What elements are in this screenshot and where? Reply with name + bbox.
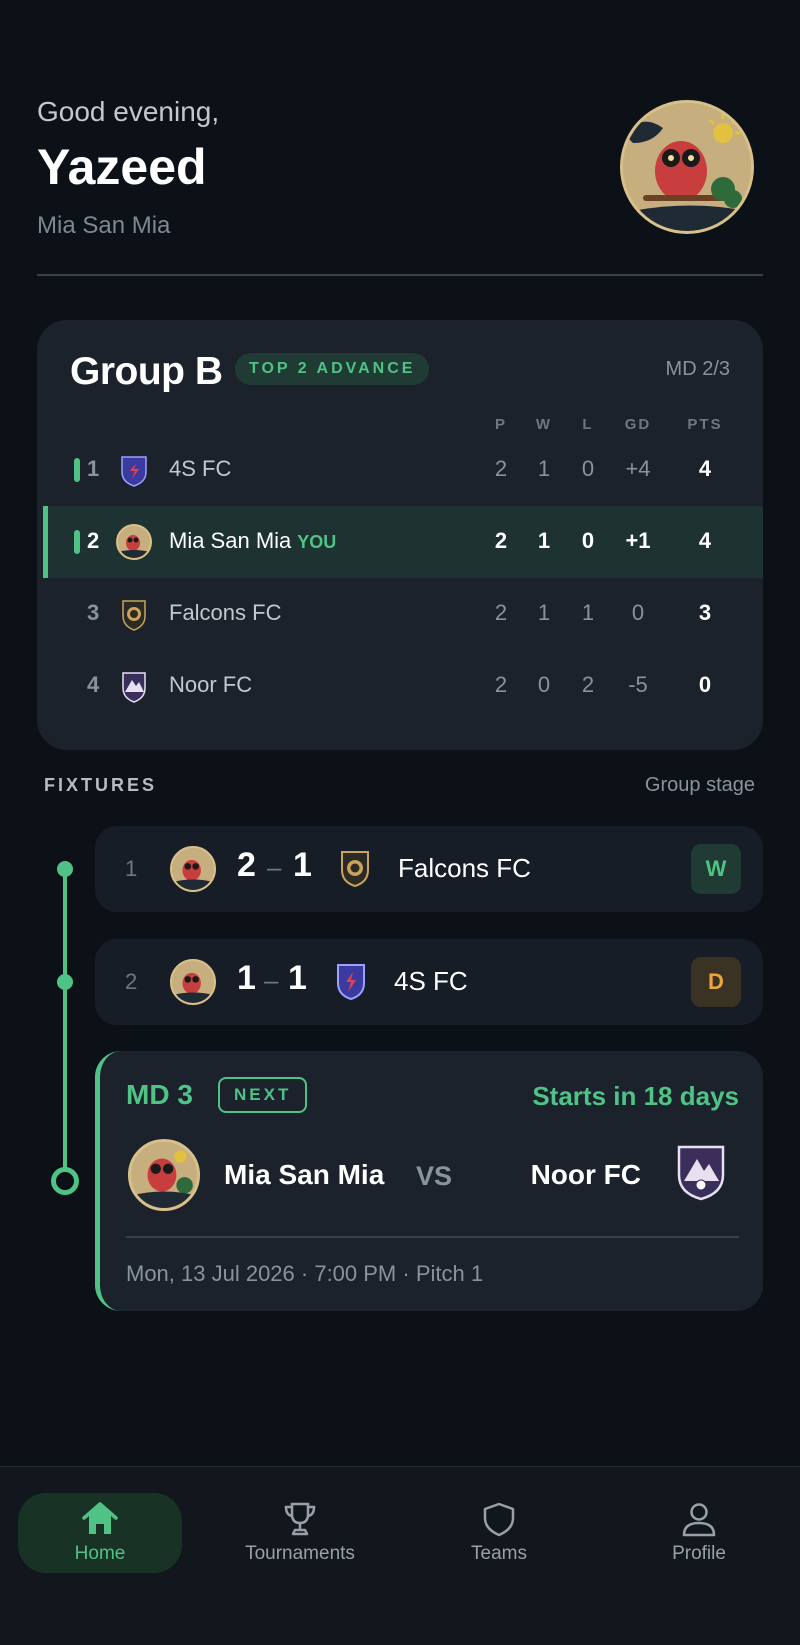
team-name-cell: 4S FC (169, 456, 232, 481)
group-title: Group B (70, 350, 223, 393)
countdown-text: Starts in 18 days (532, 1081, 739, 1111)
fixtures-heading: FIXTURES (44, 775, 158, 795)
nav-label: Tournaments (245, 1543, 355, 1564)
result-badge-win: W (691, 844, 741, 894)
owl-crest-icon (116, 524, 152, 560)
fixture-md: 2 (125, 969, 138, 994)
row-position: 3 (87, 600, 100, 625)
4s-fc-crest-icon (337, 964, 365, 1001)
noor-fc-crest-icon (677, 1145, 725, 1201)
trophy-icon (284, 1502, 316, 1536)
opponent-name: 4S FC (394, 966, 468, 996)
opponent-name: Falcons FC (398, 853, 531, 883)
qualify-marker (74, 530, 80, 554)
score-dash: – (264, 965, 279, 995)
standings-row[interactable]: 3 Falcons FC 2 1 1 0 3 (37, 578, 757, 650)
home-team-name: Mia San Mia (224, 1159, 385, 1190)
row-position: 2 (87, 528, 100, 553)
team-name-cell: Noor FC (169, 672, 253, 697)
4s-fc-crest-icon (121, 456, 147, 487)
stat-points: 4 (698, 528, 712, 553)
falcons-fc-crest-icon (341, 851, 369, 888)
owl-crest-icon (623, 103, 751, 231)
matchday-label: MD 2/3 (665, 358, 730, 380)
home-screen: Good evening, Yazeed Mia San Mia Group B… (0, 0, 800, 1645)
greeting-text: Good evening, (37, 96, 220, 127)
team-avatar[interactable] (620, 100, 754, 234)
row-position: 4 (87, 672, 100, 697)
score-dash: – (267, 852, 282, 882)
team-name-cell: Falcons FC (169, 600, 282, 625)
col-points: PTS (687, 416, 723, 433)
stat-points: 3 (698, 600, 712, 625)
nav-label: Home (74, 1543, 126, 1564)
nav-home[interactable]: Home (18, 1493, 182, 1573)
col-goal-diff: GD (624, 416, 652, 433)
nav-label: Teams (471, 1543, 527, 1564)
next-badge: NEXT (218, 1077, 308, 1113)
timeline-dot (57, 861, 73, 877)
you-tag: YOU (297, 532, 337, 552)
fixture-md: 1 (125, 856, 138, 881)
standings-row-you[interactable]: 2 Mia San Mia YOU 2 1 0 +1 4 (43, 506, 763, 578)
stat-goal-diff: +4 (625, 456, 651, 481)
away-score: 1 (293, 846, 312, 884)
timeline-next-ring (51, 1167, 79, 1195)
vs-label: VS (416, 1161, 453, 1191)
shield-icon (483, 1502, 515, 1537)
row-position: 1 (87, 456, 100, 481)
nav-teams[interactable]: Teams (417, 1493, 581, 1573)
away-score: 1 (288, 959, 307, 997)
qualify-marker (74, 458, 80, 482)
fixtures-stage: Group stage (644, 774, 755, 796)
owl-crest-icon (170, 846, 216, 892)
stat-goal-diff: 0 (631, 600, 645, 625)
timeline-line (63, 868, 67, 1180)
home-icon (82, 1502, 118, 1534)
home-score: 1 (237, 959, 256, 997)
person-icon (682, 1503, 716, 1537)
team-name-cell: Mia San Mia YOU (169, 528, 337, 553)
fixture-card[interactable]: 1 2 – 1 Falcons FC W (95, 826, 763, 912)
nav-profile[interactable]: Profile (617, 1493, 781, 1573)
team-name: Mia San Mia (37, 212, 171, 239)
stat-goal-diff: -5 (628, 672, 648, 697)
stat-points: 0 (698, 672, 712, 697)
result-badge-draw: D (691, 957, 741, 1007)
bottom-nav: Home Tournaments Teams Profile (0, 1466, 800, 1645)
fixture-card[interactable]: 2 1 – 1 4S FC D (95, 939, 763, 1025)
noor-fc-crest-icon (122, 672, 146, 703)
highlight-bar (43, 506, 48, 578)
advance-badge: TOP 2 ADVANCE (235, 353, 430, 385)
timeline-dot (57, 974, 73, 990)
away-team-name: Noor FC (530, 1159, 641, 1190)
stat-goal-diff: +1 (625, 528, 651, 553)
nav-tournaments[interactable]: Tournaments (218, 1493, 382, 1573)
home-score: 2 (237, 846, 256, 884)
next-match-card[interactable]: MD 3 NEXT Starts in 18 days Mia San Mia … (95, 1051, 763, 1311)
next-divider (126, 1236, 739, 1238)
group-standings-card: Group B TOP 2 ADVANCE MD 2/3 P W L GD PT… (37, 320, 763, 750)
owl-crest-icon (128, 1139, 200, 1211)
stat-points: 4 (698, 456, 712, 481)
standings-row[interactable]: 4 Noor FC 2 0 2 -5 0 (37, 650, 757, 722)
standings-row[interactable]: 1 4S FC 2 1 0 +4 4 (37, 434, 757, 506)
match-details: Mon, 13 Jul 2026 · 7:00 PM · Pitch 1 (126, 1261, 484, 1286)
next-matchday: MD 3 (126, 1079, 193, 1110)
header-divider (37, 274, 763, 276)
falcons-fc-crest-icon (122, 600, 146, 631)
user-name: Yazeed (37, 139, 207, 195)
nav-label: Profile (672, 1543, 726, 1564)
owl-crest-icon (170, 959, 216, 1005)
